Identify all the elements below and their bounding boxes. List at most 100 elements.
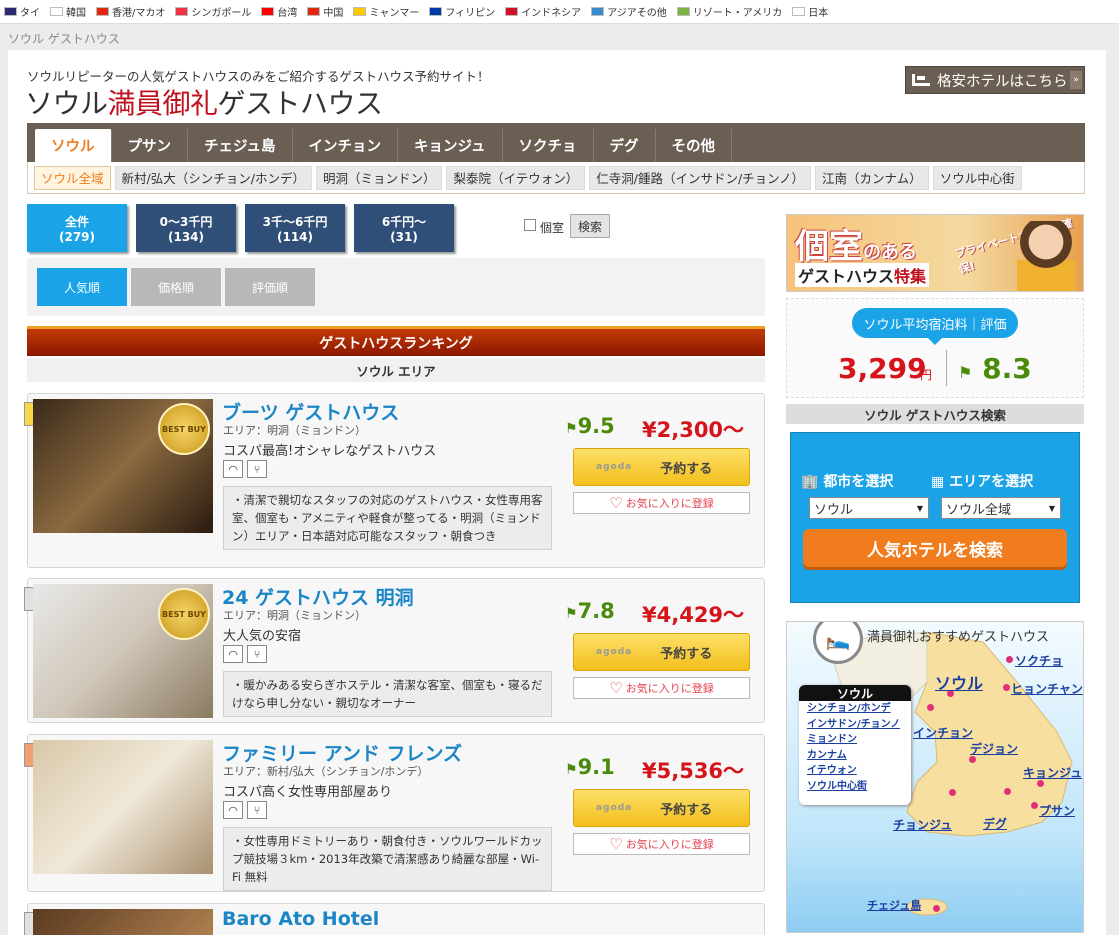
favorite-button[interactable]: お気に入りに登録	[573, 492, 750, 514]
legend-area-link[interactable]: ソウル中心街	[799, 779, 911, 795]
hotel-photo[interactable]: BEST BUY	[33, 584, 213, 718]
map-city-jeonju[interactable]: チョンジュ	[893, 816, 952, 833]
hotel-name[interactable]: Baro Ato Hotel	[222, 908, 379, 930]
site-title[interactable]: ソウル満員御礼ゲストハウス	[25, 82, 383, 122]
hotel-area: エリア：明洞（ミョンドン）	[223, 424, 366, 437]
hotel-name[interactable]: ブーツ ゲストハウス	[222, 398, 399, 425]
city-select[interactable]: ソウル	[809, 497, 929, 519]
cheap-hotel-button[interactable]: 格安ホテルはこちら»	[905, 66, 1085, 94]
price-filter-count: (31)	[390, 229, 418, 244]
map-city-incheon[interactable]: インチョン	[913, 724, 973, 741]
country-link[interactable]: アジアその他	[591, 4, 667, 19]
country-label: 中国	[323, 8, 344, 19]
hotel-name[interactable]: ファミリー アンド フレンズ	[222, 739, 462, 766]
map-city-gyeongju[interactable]: キョンジュ	[1023, 764, 1082, 781]
sort-button[interactable]: 評価順	[225, 268, 315, 306]
legend-area-link[interactable]: インサドン/チョンノ	[799, 717, 911, 733]
hotel-photo[interactable]	[33, 909, 213, 935]
country-link[interactable]: ミャンマー	[353, 4, 419, 19]
tab-city[interactable]: その他	[656, 129, 732, 162]
hotel-photo[interactable]	[33, 740, 213, 874]
review-score: ⚑7.8	[565, 599, 615, 623]
subtab-area[interactable]: 仁寺洞/鍾路（インサドン/チョンノ）	[589, 165, 812, 190]
country-link[interactable]: 香港/マカオ	[96, 4, 165, 19]
hotel-photo[interactable]: BEST BUY	[33, 399, 213, 533]
amenities: ◠ ⑂	[223, 801, 267, 819]
map-city-daegu[interactable]: デグ	[983, 815, 1007, 832]
hotel-name[interactable]: 24 ゲストハウス 明洞	[222, 583, 414, 610]
price-filter-label: 3千〜6千円	[262, 214, 328, 229]
wifi-icon: ◠	[223, 645, 243, 663]
map-city-jeju[interactable]: チェジュ島	[867, 897, 921, 913]
review-flag-icon: ⚑	[565, 762, 578, 778]
price-filter-button[interactable]: 0〜3千円 (134)	[136, 204, 236, 252]
calendar-icon: ▦	[931, 474, 945, 490]
area-select[interactable]: ソウル全域	[941, 497, 1061, 519]
price-filter-count: (279)	[58, 229, 96, 244]
tab-city[interactable]: プサン	[112, 129, 188, 162]
hotel-catch: 大人気の安宿	[223, 629, 302, 644]
score-value: 7.8	[577, 599, 615, 623]
area-header: ソウル エリア	[27, 358, 765, 382]
country-link[interactable]: フィリピン	[429, 4, 495, 19]
country-link[interactable]: インドネシア	[505, 4, 581, 19]
subtab-area[interactable]: ソウル中心街	[932, 165, 1022, 190]
subtab-area[interactable]: 梨泰院（イテウォン）	[446, 165, 586, 190]
country-label: シンガポール	[191, 8, 252, 19]
book-label: 予約する	[660, 461, 713, 477]
title-part-red: 満員御礼	[107, 87, 219, 120]
private-room-checkbox[interactable]	[524, 219, 536, 231]
popular-hotel-search-button[interactable]: 人気ホテルを検索	[803, 529, 1067, 567]
subtab-area[interactable]: 明洞（ミョンドン）	[315, 165, 443, 190]
favorite-button[interactable]: お気に入りに登録	[573, 677, 750, 699]
subtab-area[interactable]: 新村/弘大（シンチョン/ホンデ）	[114, 165, 312, 190]
map-city-pyeongchang[interactable]: ヒョンチャン	[1011, 680, 1083, 697]
book-button[interactable]: agoda 予約する	[573, 789, 750, 827]
book-button[interactable]: agoda 予約する	[573, 448, 750, 486]
country-nav: タイ 韓国 香港/マカオ シンガポール 台湾 中国 ミャンマー フィリピン インドネシア アジアそ…	[0, 0, 1119, 24]
legend-area-link[interactable]: シンチョン/ホンデ	[799, 701, 911, 717]
book-button[interactable]: agoda 予約する	[573, 633, 750, 671]
sort-button[interactable]: 価格順	[131, 268, 221, 306]
map-city-sokcho[interactable]: ソクチョ	[1015, 652, 1063, 669]
country-link[interactable]: 日本	[792, 4, 828, 19]
favorite-button[interactable]: お気に入りに登録	[573, 833, 750, 855]
map-dot	[1031, 802, 1038, 809]
country-link[interactable]: 中国	[307, 4, 343, 19]
tab-city[interactable]: ソウル	[35, 129, 112, 162]
map-city-busan[interactable]: プサン	[1039, 802, 1075, 819]
price-filter-label: 0〜3千円	[159, 214, 213, 229]
chevron-right-icon: »	[1070, 71, 1082, 89]
tab-city[interactable]: デグ	[594, 129, 656, 162]
map-city-daejeon[interactable]: デジョン	[970, 740, 1018, 757]
legend-area-link[interactable]: カンナム	[799, 748, 911, 764]
flag-icon	[307, 7, 321, 16]
tab-city[interactable]: インチョン	[293, 129, 398, 162]
private-room-banner[interactable]: 個室のある ゲストハウス特集 プライベートな時間を確保!	[786, 214, 1084, 292]
legend-area-link[interactable]: イテウォン	[799, 763, 911, 779]
legend-area-link[interactable]: ミョンドン	[799, 732, 911, 748]
wifi-icon: ◠	[223, 801, 243, 819]
tab-city[interactable]: チェジュ島	[188, 129, 293, 162]
hotel-price: ¥2,300〜	[642, 418, 745, 442]
price-filter-button[interactable]: 全件 (279)	[27, 204, 127, 252]
sort-button[interactable]: 人気順	[37, 268, 127, 306]
country-link[interactable]: 台湾	[261, 4, 297, 19]
price-filter-button[interactable]: 3千〜6千円 (114)	[245, 204, 345, 252]
country-link[interactable]: リゾート・アメリカ	[676, 4, 782, 19]
hotel-catch: コスパ高く女性専用部屋あり	[223, 785, 393, 800]
tab-city[interactable]: キョンジュ	[398, 129, 503, 162]
subtab-area[interactable]: ソウル全域	[34, 165, 111, 190]
banner-big-text: 個室のある	[795, 227, 917, 267]
price-filter-button[interactable]: 6千円〜 (31)	[354, 204, 454, 252]
map-dot	[949, 789, 956, 796]
tab-city[interactable]: ソクチョ	[503, 129, 594, 162]
country-link[interactable]: 韓国	[50, 4, 86, 19]
review-score: ⚑9.1	[565, 755, 615, 779]
map-city-seoul[interactable]: ソウル	[935, 670, 983, 694]
country-link[interactable]: シンガポール	[175, 4, 251, 19]
country-link[interactable]: タイ	[4, 4, 40, 19]
hotel-card: 4Baro Ato Hotel	[24, 903, 765, 935]
subtab-area[interactable]: 江南（カンナム）	[815, 165, 929, 190]
search-button[interactable]: 検索	[570, 214, 610, 238]
